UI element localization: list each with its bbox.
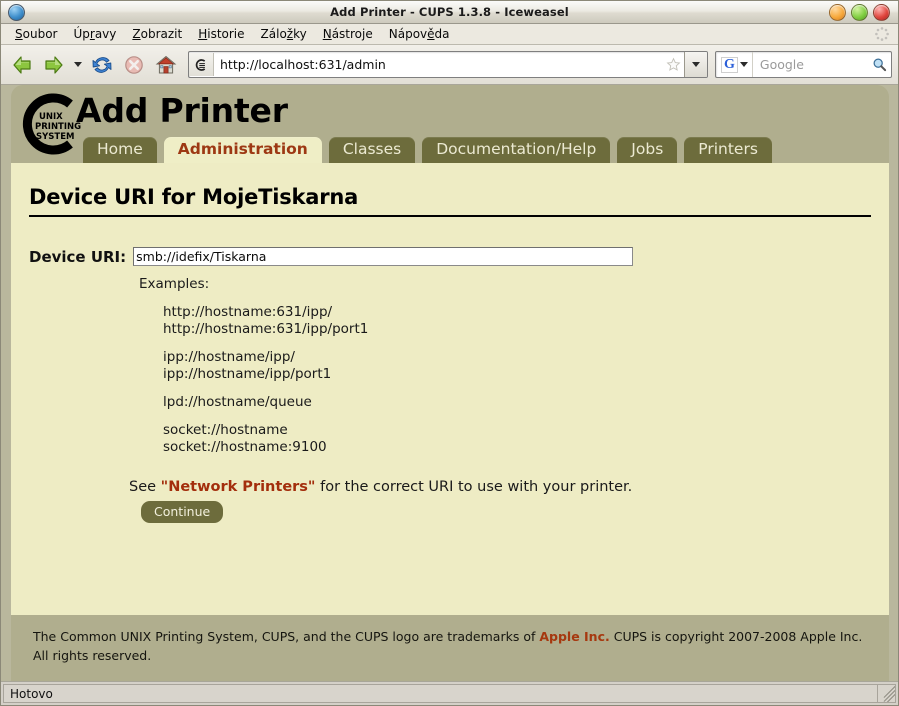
home-icon (155, 55, 177, 73)
menu-upravy[interactable]: Úpravy (65, 25, 124, 43)
menu-zobrazit[interactable]: Zobrazit (124, 25, 190, 43)
search-box[interactable]: G Google (715, 51, 892, 78)
cups-header: UNIX PRINTING SYSTEM Add Printer Home Ad… (11, 85, 889, 163)
cups-footer: The Common UNIX Printing System, CUPS, a… (11, 615, 889, 681)
window-controls (829, 3, 894, 21)
example-group-lpd: lpd://hostname/queue (163, 394, 871, 411)
forward-arrow-icon (45, 55, 63, 74)
history-dropdown-button[interactable] (71, 50, 85, 80)
menu-napoveda[interactable]: Nápověda (381, 25, 458, 43)
menu-historie[interactable]: Historie (190, 25, 252, 43)
search-icon[interactable] (867, 57, 891, 72)
google-logo-icon: G (721, 56, 738, 73)
menu-nastroje[interactable]: Nástroje (315, 25, 381, 43)
see-prefix: See (129, 479, 161, 495)
tab-classes[interactable]: Classes (328, 137, 416, 163)
device-uri-row: Device URI: (29, 247, 871, 266)
example-line: socket://hostname (163, 422, 288, 438)
activity-throbber-icon (874, 26, 890, 42)
example-group-ipp: ipp://hostname/ipp/ ipp://hostname/ipp/p… (163, 349, 871, 383)
url-text[interactable]: http://localhost:631/admin (214, 57, 662, 72)
title-bar: Add Printer - CUPS 1.3.8 - Iceweasel (1, 1, 898, 24)
svg-text:UNIX: UNIX (39, 112, 63, 122)
tab-jobs[interactable]: Jobs (617, 137, 678, 163)
url-history-dropdown-button[interactable] (684, 52, 707, 77)
maximize-button[interactable] (851, 3, 868, 21)
stop-icon (125, 55, 143, 74)
examples-label: Examples: (139, 276, 210, 292)
continue-button-wrap: Continue (141, 501, 871, 523)
device-uri-label: Device URI: (29, 247, 127, 266)
browser-window: Add Printer - CUPS 1.3.8 - Iceweasel Sou… (0, 0, 899, 706)
reload-button[interactable] (87, 50, 117, 80)
back-button[interactable] (7, 50, 37, 80)
see-suffix: for the correct URI to use with your pri… (315, 479, 633, 495)
tab-home[interactable]: Home (83, 137, 157, 163)
reload-icon (92, 56, 112, 73)
cups-favicon-icon (189, 53, 214, 76)
tab-printers[interactable]: Printers (684, 137, 772, 163)
continue-button[interactable]: Continue (141, 501, 224, 523)
cups-logo: UNIX PRINTING SYSTEM (18, 91, 84, 157)
menu-bar: Soubor Úpravy Zobrazit Historie Záložky … (1, 24, 898, 45)
apple-inc-link[interactable]: Apple Inc. (539, 629, 609, 644)
chevron-down-icon (739, 62, 748, 67)
search-engine-selector[interactable]: G (716, 52, 753, 77)
example-line: http://hostname:631/ipp/port1 (163, 321, 369, 337)
page-title: Add Printer (76, 91, 288, 130)
back-arrow-icon (13, 55, 31, 74)
navigation-toolbar: http://localhost:631/admin G Google (1, 45, 898, 85)
status-bar: Hotovo (1, 682, 898, 705)
example-group-http: http://hostname:631/ipp/ http://hostname… (163, 304, 871, 338)
chevron-down-icon (74, 62, 82, 67)
url-bar[interactable]: http://localhost:631/admin (188, 51, 708, 78)
cups-page: UNIX PRINTING SYSTEM Add Printer Home Ad… (11, 85, 889, 681)
stop-button (119, 50, 149, 80)
svg-text:PRINTING: PRINTING (35, 122, 81, 132)
close-button[interactable] (873, 3, 890, 21)
status-text: Hotovo (3, 684, 877, 703)
example-line: socket://hostname:9100 (163, 439, 327, 455)
svg-text:SYSTEM: SYSTEM (36, 132, 74, 142)
network-printers-link[interactable]: "Network Printers" (161, 479, 316, 495)
section-heading: Device URI for MojeTiskarna (29, 185, 871, 217)
page-viewport: UNIX PRINTING SYSTEM Add Printer Home Ad… (1, 85, 898, 682)
minimize-button[interactable] (829, 3, 846, 21)
example-group-socket: socket://hostname socket://hostname:9100 (163, 422, 871, 456)
example-line: lpd://hostname/queue (163, 394, 312, 410)
footer-text-part1: The Common UNIX Printing System, CUPS, a… (33, 629, 540, 644)
device-uri-input[interactable] (133, 247, 634, 266)
network-printers-hint: See "Network Printers" for the correct U… (129, 479, 871, 495)
tab-documentation-help[interactable]: Documentation/Help (422, 137, 611, 163)
tab-administration[interactable]: Administration (163, 137, 322, 163)
search-input[interactable]: Google (753, 57, 867, 72)
menu-zalozky[interactable]: Záložky (253, 25, 315, 43)
device-uri-form: Device URI: Examples: http://hostname:63… (29, 247, 871, 523)
window-menu-icon[interactable] (8, 3, 25, 21)
examples-block: Examples: http://hostname:631/ipp/ http:… (139, 276, 871, 456)
cups-content: Device URI for MojeTiskarna Device URI: … (11, 163, 889, 615)
window-title: Add Printer - CUPS 1.3.8 - Iceweasel (330, 5, 569, 19)
example-line: http://hostname:631/ipp/ (163, 304, 333, 320)
home-button[interactable] (151, 50, 181, 80)
menu-soubor[interactable]: Soubor (7, 25, 65, 43)
resize-grip[interactable] (877, 684, 896, 703)
chevron-down-icon (692, 62, 700, 67)
example-line: ipp://hostname/ipp/port1 (163, 366, 332, 382)
bookmark-star-icon[interactable] (662, 57, 684, 72)
cups-tab-strip: Home Administration Classes Documentatio… (83, 136, 772, 163)
example-line: ipp://hostname/ipp/ (163, 349, 295, 365)
forward-button[interactable] (39, 50, 69, 80)
